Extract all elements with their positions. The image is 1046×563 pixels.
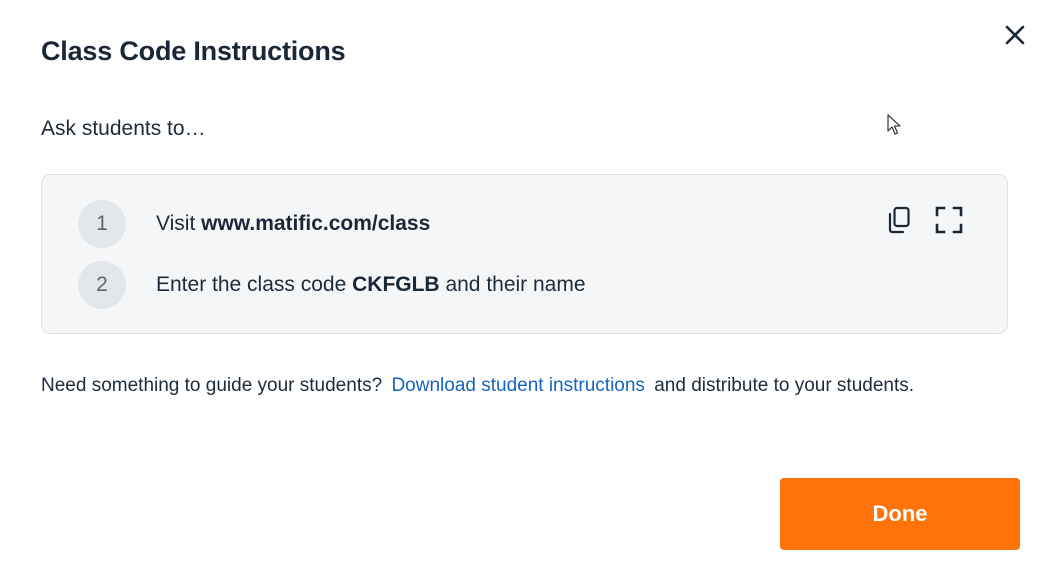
fullscreen-icon — [935, 206, 963, 234]
close-icon — [1005, 25, 1025, 45]
step-text: Visit www.matific.com/class — [156, 212, 430, 236]
copy-icon — [888, 206, 910, 234]
step-item: 1 Visit www.matific.com/class — [78, 200, 430, 248]
close-button[interactable] — [1000, 20, 1030, 50]
guide-text-after: and distribute to your students. — [648, 375, 915, 396]
class-url: www.matific.com/class — [201, 212, 431, 235]
modal-title: Class Code Instructions — [41, 36, 346, 66]
steps-panel: 1 Visit www.matific.com/class 2 Enter th… — [41, 174, 1008, 334]
done-button[interactable]: Done — [780, 478, 1020, 550]
step-item: 2 Enter the class code CKFGLB and their … — [78, 261, 586, 309]
mouse-pointer-icon — [887, 114, 901, 135]
step-text-prefix: Visit — [156, 212, 202, 235]
copy-button[interactable] — [882, 203, 916, 237]
step-text-prefix: Enter the class code — [156, 273, 353, 296]
instructions-subtitle: Ask students to… — [41, 117, 206, 140]
download-instructions-link[interactable]: Download student instructions — [391, 375, 644, 396]
class-code-modal: Class Code Instructions Ask students to…… — [0, 0, 1046, 563]
step-text-suffix: and their name — [439, 273, 586, 296]
step-text: Enter the class code CKFGLB and their na… — [156, 273, 586, 297]
guide-text-before: Need something to guide your students? — [41, 375, 388, 396]
class-code: CKFGLB — [352, 273, 440, 296]
fullscreen-button[interactable] — [932, 203, 966, 237]
step-number: 1 — [78, 200, 126, 248]
step-number: 2 — [78, 261, 126, 309]
guide-text: Need something to guide your students? D… — [41, 375, 914, 397]
